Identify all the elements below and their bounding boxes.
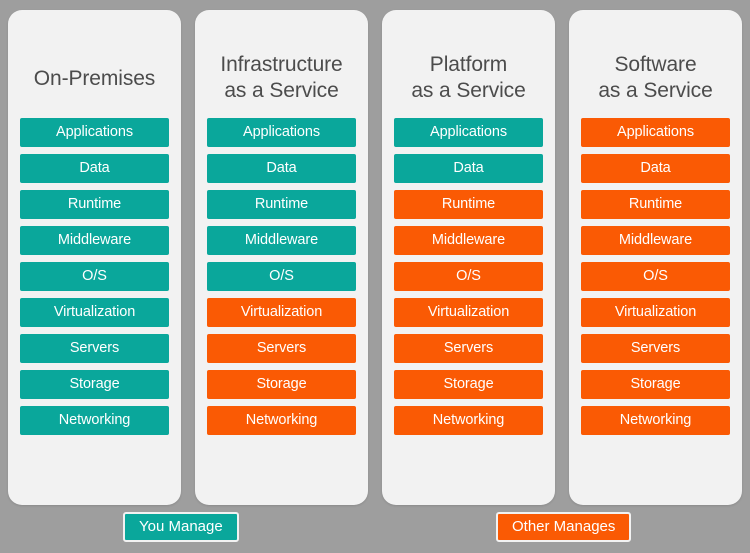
layer-applications: Applications — [207, 118, 356, 147]
service-model-columns: On-Premises Applications Data Runtime Mi… — [8, 10, 742, 505]
cloud-service-models-diagram: On-Premises Applications Data Runtime Mi… — [0, 0, 750, 553]
layer-data: Data — [207, 154, 356, 183]
layer-os: O/S — [394, 262, 543, 291]
layer-networking: Networking — [207, 406, 356, 435]
layer-servers: Servers — [581, 334, 730, 363]
layer-stack-software-as-a-service: Applications Data Runtime Middleware O/S… — [581, 118, 730, 447]
service-model-card-software-as-a-service: Software as a Service Applications Data … — [569, 10, 742, 505]
layer-servers: Servers — [20, 334, 169, 363]
card-title-software-as-a-service: Software as a Service — [598, 53, 713, 102]
layer-servers: Servers — [394, 334, 543, 363]
layer-networking: Networking — [394, 406, 543, 435]
layer-applications: Applications — [394, 118, 543, 147]
layer-middleware: Middleware — [581, 226, 730, 255]
layer-runtime: Runtime — [581, 190, 730, 219]
layer-stack-infrastructure-as-a-service: Applications Data Runtime Middleware O/S… — [207, 118, 356, 447]
service-model-card-infrastructure-as-a-service: Infrastructure as a Service Applications… — [195, 10, 368, 505]
layer-virtualization: Virtualization — [394, 298, 543, 327]
layer-runtime: Runtime — [207, 190, 356, 219]
layer-servers: Servers — [207, 334, 356, 363]
layer-virtualization: Virtualization — [581, 298, 730, 327]
layer-virtualization: Virtualization — [20, 298, 169, 327]
card-title-on-premises: On-Premises — [33, 67, 156, 90]
card-title-platform-as-a-service: Platform as a Service — [411, 53, 526, 102]
layer-storage: Storage — [207, 370, 356, 399]
legend: You Manage Other Manages — [0, 512, 750, 546]
layer-middleware: Middleware — [394, 226, 543, 255]
layer-networking: Networking — [20, 406, 169, 435]
service-model-card-on-premises: On-Premises Applications Data Runtime Mi… — [8, 10, 181, 505]
layer-middleware: Middleware — [207, 226, 356, 255]
layer-storage: Storage — [394, 370, 543, 399]
layer-stack-on-premises: Applications Data Runtime Middleware O/S… — [20, 118, 169, 447]
layer-data: Data — [581, 154, 730, 183]
layer-stack-platform-as-a-service: Applications Data Runtime Middleware O/S… — [394, 118, 543, 447]
service-model-card-platform-as-a-service: Platform as a Service Applications Data … — [382, 10, 555, 505]
layer-networking: Networking — [581, 406, 730, 435]
layer-middleware: Middleware — [20, 226, 169, 255]
layer-storage: Storage — [581, 370, 730, 399]
layer-runtime: Runtime — [394, 190, 543, 219]
layer-applications: Applications — [20, 118, 169, 147]
layer-applications: Applications — [581, 118, 730, 147]
layer-os: O/S — [207, 262, 356, 291]
layer-os: O/S — [581, 262, 730, 291]
layer-virtualization: Virtualization — [207, 298, 356, 327]
layer-storage: Storage — [20, 370, 169, 399]
legend-badge-other-manages: Other Manages — [496, 512, 632, 542]
layer-os: O/S — [20, 262, 169, 291]
layer-data: Data — [20, 154, 169, 183]
card-title-infrastructure-as-a-service: Infrastructure as a Service — [220, 53, 343, 102]
layer-data: Data — [394, 154, 543, 183]
layer-runtime: Runtime — [20, 190, 169, 219]
legend-badge-you-manage: You Manage — [123, 512, 239, 542]
